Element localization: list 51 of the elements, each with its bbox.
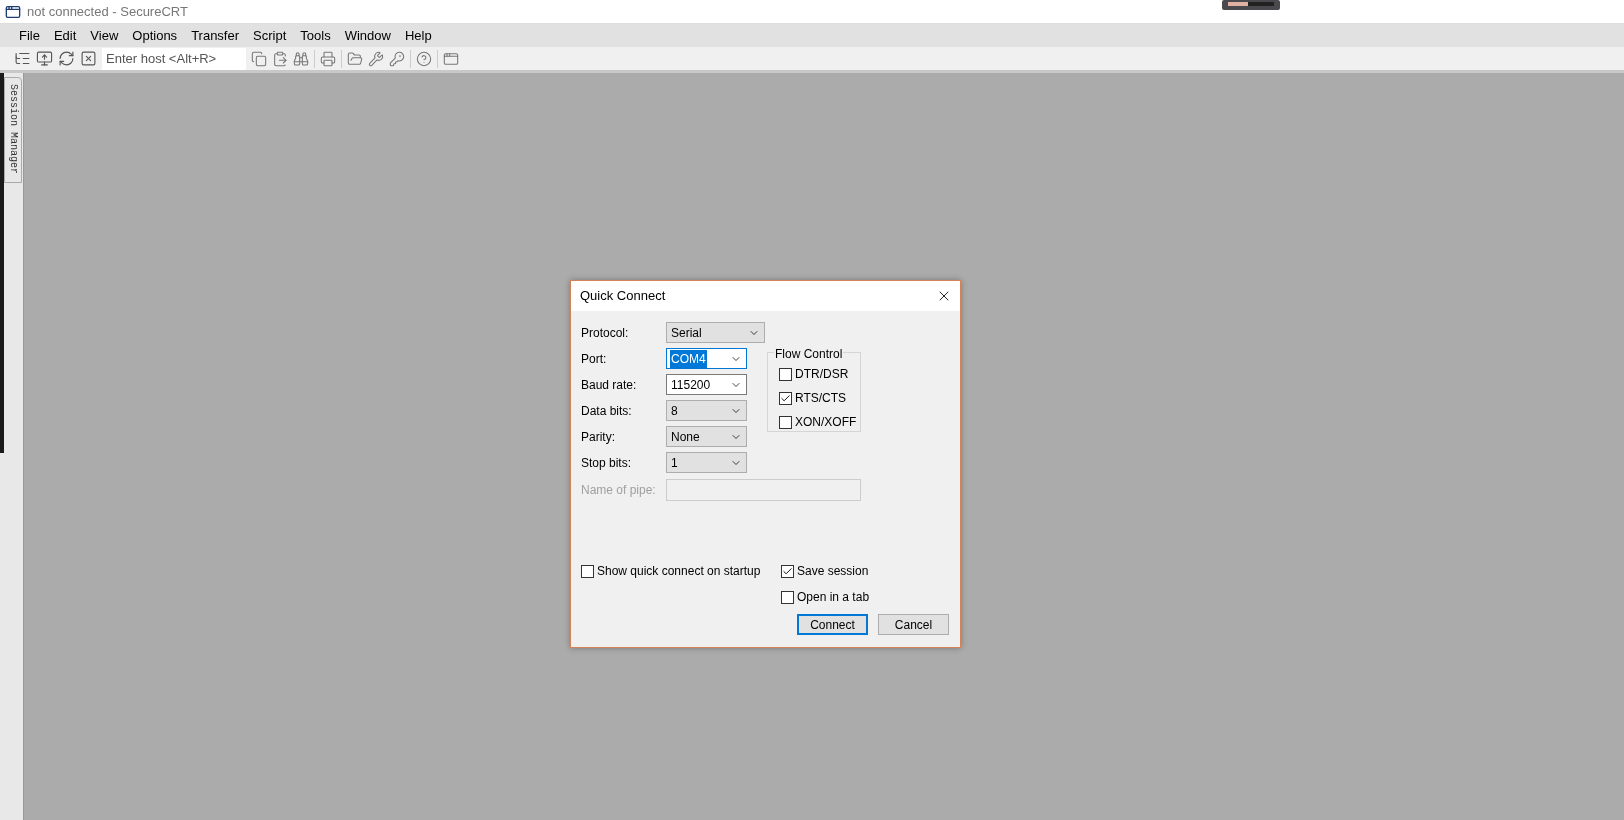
checkbox[interactable]: Open in a tab [781,588,870,606]
checkbox[interactable]: Show quick connect on startup [581,562,781,580]
menu-item[interactable]: Edit [46,25,84,46]
field-label: Stop bits: [581,455,632,470]
checkbox[interactable]: Save session [781,562,870,580]
field-label: Name of pipe: [581,482,656,497]
field-label: Baud rate: [581,377,637,392]
checkbox[interactable]: DTR/DSR [779,365,860,383]
host-field[interactable]: Enter host <Alt+R> [102,47,246,70]
dropdown[interactable]: 8 [666,400,747,421]
dropdown[interactable]: Serial [666,322,765,343]
monitor-icon[interactable] [36,50,53,67]
field-label: Parity: [581,429,615,444]
dialog-button[interactable]: Connect [797,614,868,635]
dropdown[interactable]: None [666,426,747,447]
menu-item[interactable]: Help [397,25,439,46]
menu-item[interactable]: Window [337,25,398,46]
app-icon [5,3,21,20]
wrench-icon[interactable] [368,50,384,67]
dialog-button[interactable]: Cancel [878,614,949,635]
paste-icon[interactable] [272,50,288,67]
binoculars-icon[interactable] [293,50,309,67]
dialog-title: Quick Connect [580,287,666,306]
combo-box[interactable]: COM4 [666,348,747,369]
check-icon [782,565,793,577]
refresh-icon[interactable] [58,50,75,67]
window-title: not connected - SecureCRT [27,2,188,21]
session-manager-tab[interactable]: Session Manager [4,77,22,183]
check-icon [780,392,791,404]
meter-drawing [1222,0,1280,10]
checkbox[interactable]: XON/XOFF [779,413,860,431]
window-icon[interactable] [443,50,459,67]
tree-list-icon[interactable] [14,50,31,67]
close-square-icon[interactable] [80,50,97,67]
field-label: Port: [581,351,607,366]
menu-item[interactable]: Transfer [184,25,247,46]
checkbox[interactable]: RTS/CTS [779,389,860,407]
menu-item[interactable]: View [83,25,126,46]
menu-item[interactable]: Script [246,25,294,46]
help-icon[interactable] [416,50,432,67]
key-icon[interactable] [389,50,405,67]
menu-item[interactable]: Tools [293,25,338,46]
menu-item[interactable]: Options [125,25,185,46]
field-label: Data bits: [581,403,632,418]
field-label: Protocol: [581,325,629,340]
dropdown[interactable]: 1 [666,452,747,473]
combo-box[interactable]: 115200 [666,374,747,395]
printer-icon[interactable] [320,50,336,67]
copy-icon[interactable] [251,50,267,67]
menu-item[interactable]: File [12,25,47,46]
folder-icon[interactable] [347,50,363,67]
